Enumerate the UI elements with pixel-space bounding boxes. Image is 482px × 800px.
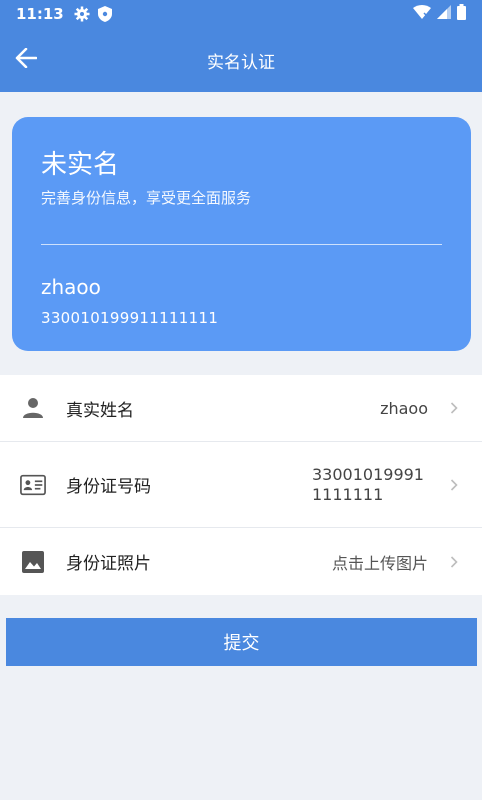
image-icon [20,549,46,575]
verification-card: 未实名 完善身份信息，享受更全面服务 zhaoo 330010199911111… [12,117,471,351]
status-time: 11:13 [16,5,64,23]
card-id-number: 330010199911111111 [41,309,219,327]
real-name-value: zhaoo [380,398,428,418]
shield-icon [97,6,112,22]
real-name-label: 真实姓名 [66,400,134,421]
battery-icon [457,4,466,24]
app-bar: 实名认证 [0,28,482,92]
chevron-right-icon [446,555,462,568]
person-icon [20,395,46,421]
status-bar: 11:13 [0,0,482,28]
real-name-row[interactable]: 真实姓名 zhaoo [0,375,482,442]
back-button[interactable] [12,46,40,74]
id-number-row[interactable]: 身份证号码 330010199911111111 [0,442,482,528]
verification-status: 未实名 [41,150,120,180]
submit-button[interactable]: 提交 [6,618,477,666]
chevron-right-icon [446,402,462,414]
verification-subtitle: 完善身份信息，享受更全面服务 [41,189,252,207]
upload-photo-link[interactable]: 点击上传图片 [332,550,428,574]
id-number-value: 330010199911111111 [312,464,424,504]
settings-icon [74,6,90,22]
chevron-right-icon [446,478,462,491]
id-number-label: 身份证号码 [66,477,151,497]
id-card-icon [20,472,46,498]
id-photo-label: 身份证照片 [66,554,151,574]
card-username: zhaoo [41,275,101,299]
status-right-icons [413,4,466,24]
wifi-icon [413,5,431,23]
arrow-left-icon [15,47,38,72]
id-photo-row[interactable]: 身份证照片 点击上传图片 [0,528,482,595]
page-title: 实名认证 [207,52,275,73]
signal-icon [437,5,451,23]
card-divider [41,244,442,245]
info-list: 真实姓名 zhaoo 身份证号码 330010199911111111 身份证照… [0,375,482,595]
